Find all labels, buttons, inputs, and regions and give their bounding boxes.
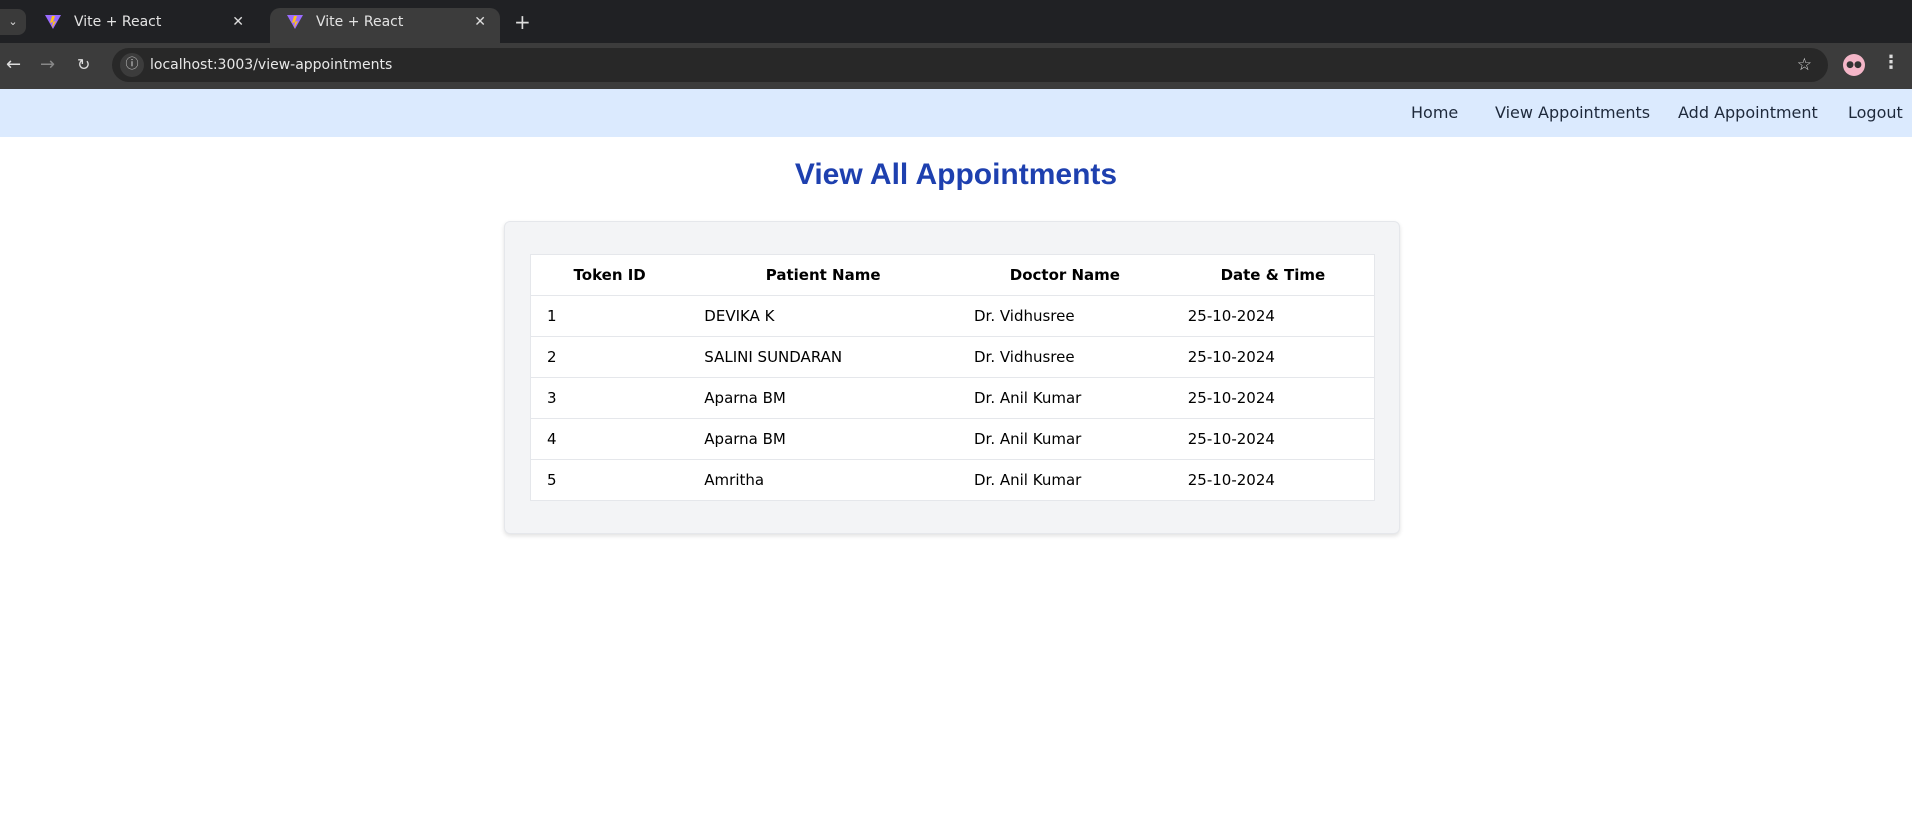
doctor-name-cell: Dr. Vidhusree — [957, 295, 1172, 337]
header-patient-name: Patient Name — [688, 254, 958, 296]
header-date-time: Date & Time — [1171, 254, 1375, 296]
date-time-cell: 25-10-2024 — [1171, 459, 1375, 501]
token-id-cell: 1 — [530, 295, 689, 337]
table-row: 4 Aparna BM Dr. Anil Kumar 25-10-2024 — [530, 418, 1375, 460]
patient-name-cell: DEVIKA K — [688, 295, 958, 337]
header-token-id: Token ID — [530, 254, 689, 296]
token-id-cell: 4 — [530, 418, 689, 460]
browser-menu-icon[interactable]: ⋮ — [1882, 52, 1900, 73]
bookmark-star-icon[interactable]: ☆ — [1797, 48, 1812, 82]
table-row: 3 Aparna BM Dr. Anil Kumar 25-10-2024 — [530, 377, 1375, 419]
vite-logo-icon — [287, 15, 303, 29]
forward-icon[interactable]: → — [40, 53, 55, 77]
date-time-cell: 25-10-2024 — [1171, 418, 1375, 460]
appointments-card: Token ID Patient Name Doctor Name Date &… — [504, 221, 1400, 534]
patient-name-cell: Aparna BM — [688, 418, 958, 460]
vite-logo-icon — [45, 15, 61, 29]
token-id-cell: 5 — [530, 459, 689, 501]
url-text[interactable]: localhost:3003/view-appointments — [150, 48, 392, 82]
new-tab-icon[interactable]: + — [514, 8, 531, 36]
url-bar[interactable]: ⓘ localhost:3003/view-appointments ☆ — [112, 48, 1828, 82]
nav-home[interactable]: Home — [1411, 89, 1458, 137]
nav-logout[interactable]: Logout — [1848, 89, 1903, 137]
doctor-name-cell: Dr. Anil Kumar — [957, 418, 1172, 460]
appointments-table: Token ID Patient Name Doctor Name Date &… — [530, 254, 1375, 501]
date-time-cell: 25-10-2024 — [1171, 336, 1375, 378]
browser-tab-active[interactable]: Vite + React ✕ — [270, 8, 500, 43]
close-tab-icon[interactable]: ✕ — [474, 8, 486, 36]
token-id-cell: 2 — [530, 336, 689, 378]
patient-name-cell: Aparna BM — [688, 377, 958, 419]
doctor-name-cell: Dr. Anil Kumar — [957, 377, 1172, 419]
doctor-name-cell: Dr. Anil Kumar — [957, 459, 1172, 501]
table-row: 5 Amritha Dr. Anil Kumar 25-10-2024 — [530, 459, 1375, 501]
browser-tab-bar: ⌄ Vite + React ✕ Vite + React ✕ + — [0, 0, 1912, 43]
header-doctor-name: Doctor Name — [957, 254, 1172, 296]
back-icon[interactable]: ← — [6, 53, 21, 77]
token-id-cell: 3 — [530, 377, 689, 419]
profile-avatar[interactable]: ●● — [1843, 54, 1865, 76]
table-row: 2 SALINI SUNDARAN Dr. Vidhusree 25-10-2024 — [530, 336, 1375, 378]
tab-title: Vite + React — [316, 14, 404, 30]
close-tab-icon[interactable]: ✕ — [232, 8, 244, 36]
tab-search-button[interactable]: ⌄ — [0, 9, 26, 35]
table-header-row: Token ID Patient Name Doctor Name Date &… — [530, 254, 1375, 296]
nav-add-appointment[interactable]: Add Appointment — [1678, 89, 1818, 137]
tab-title: Vite + React — [74, 14, 162, 30]
app-navbar: Home View Appointments Add Appointment L… — [0, 89, 1912, 137]
table-row: 1 DEVIKA K Dr. Vidhusree 25-10-2024 — [530, 295, 1375, 337]
patient-name-cell: Amritha — [688, 459, 958, 501]
doctor-name-cell: Dr. Vidhusree — [957, 336, 1172, 378]
browser-tab[interactable]: Vite + React ✕ — [28, 8, 258, 43]
patient-name-cell: SALINI SUNDARAN — [688, 336, 958, 378]
address-bar-row: ← → ↻ ⓘ localhost:3003/view-appointments… — [0, 43, 1912, 89]
date-time-cell: 25-10-2024 — [1171, 377, 1375, 419]
page-title: View All Appointments — [794, 158, 1118, 191]
reload-icon[interactable]: ↻ — [77, 53, 90, 77]
site-info-icon[interactable]: ⓘ — [120, 53, 144, 77]
date-time-cell: 25-10-2024 — [1171, 295, 1375, 337]
nav-view-appointments[interactable]: View Appointments — [1495, 89, 1650, 137]
